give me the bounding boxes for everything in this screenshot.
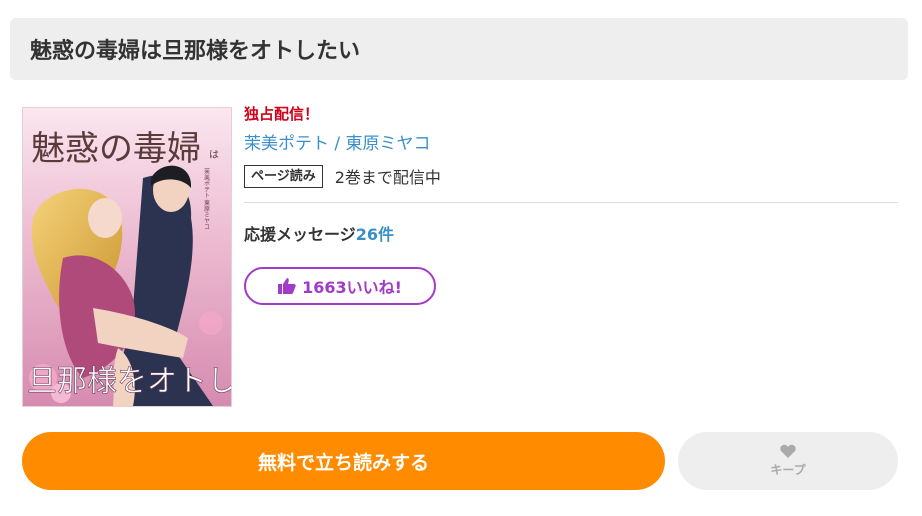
free-preview-button[interactable]: 無料で立ち読みする xyxy=(22,432,665,490)
cover-title-small: は xyxy=(209,149,219,161)
like-count: 1663いいね! xyxy=(302,278,402,297)
title-bar: 魅惑の毒婦は旦那様をオトしたい xyxy=(10,18,908,80)
support-messages[interactable]: 応援メッセージ26件 xyxy=(244,221,898,245)
divider xyxy=(244,202,898,203)
heart-icon xyxy=(780,444,796,461)
like-button[interactable]: 1663いいね! xyxy=(244,267,436,305)
support-label: 応援メッセージ xyxy=(244,225,356,244)
author-links: 茉美ポテト / 東原ミヤコ xyxy=(244,133,898,155)
cover-title-top: 魅惑の毒婦 xyxy=(31,129,201,169)
volume-status: 2巻まで配信中 xyxy=(334,168,441,187)
free-preview-label: 無料で立ち読みする xyxy=(257,451,429,474)
exclusive-label: 独占配信！ xyxy=(244,105,320,123)
cover-credits: 茉美ポテト 東原ミヤコ xyxy=(203,167,210,230)
author-link-1[interactable]: 茉美ポテト xyxy=(244,134,329,154)
page-title: 魅惑の毒婦は旦那様をオトしたい xyxy=(30,39,361,64)
keep-label: キープ xyxy=(770,463,806,477)
cover-art: 魅惑の毒婦 は 旦那様をオトしたい 茉美ポテト 東原ミヤコ xyxy=(23,108,231,406)
page-read-badge: ページ読み xyxy=(244,164,323,188)
support-count: 26件 xyxy=(355,225,394,244)
author-separator: / xyxy=(329,134,346,154)
book-cover[interactable]: 魅惑の毒婦 は 旦那様をオトしたい 茉美ポテト 東原ミヤコ xyxy=(22,107,232,407)
keep-button[interactable]: キープ xyxy=(678,432,898,490)
book-info: 独占配信！ 茉美ポテト / 東原ミヤコ ページ読み 2巻まで配信中 応援メッセー… xyxy=(244,103,898,305)
meta-row: ページ読み 2巻まで配信中 xyxy=(244,164,898,188)
thumbs-up-icon xyxy=(278,278,296,294)
cover-title-bottom: 旦那様をオトしたい xyxy=(27,364,231,399)
author-link-2[interactable]: 東原ミヤコ xyxy=(346,134,431,154)
